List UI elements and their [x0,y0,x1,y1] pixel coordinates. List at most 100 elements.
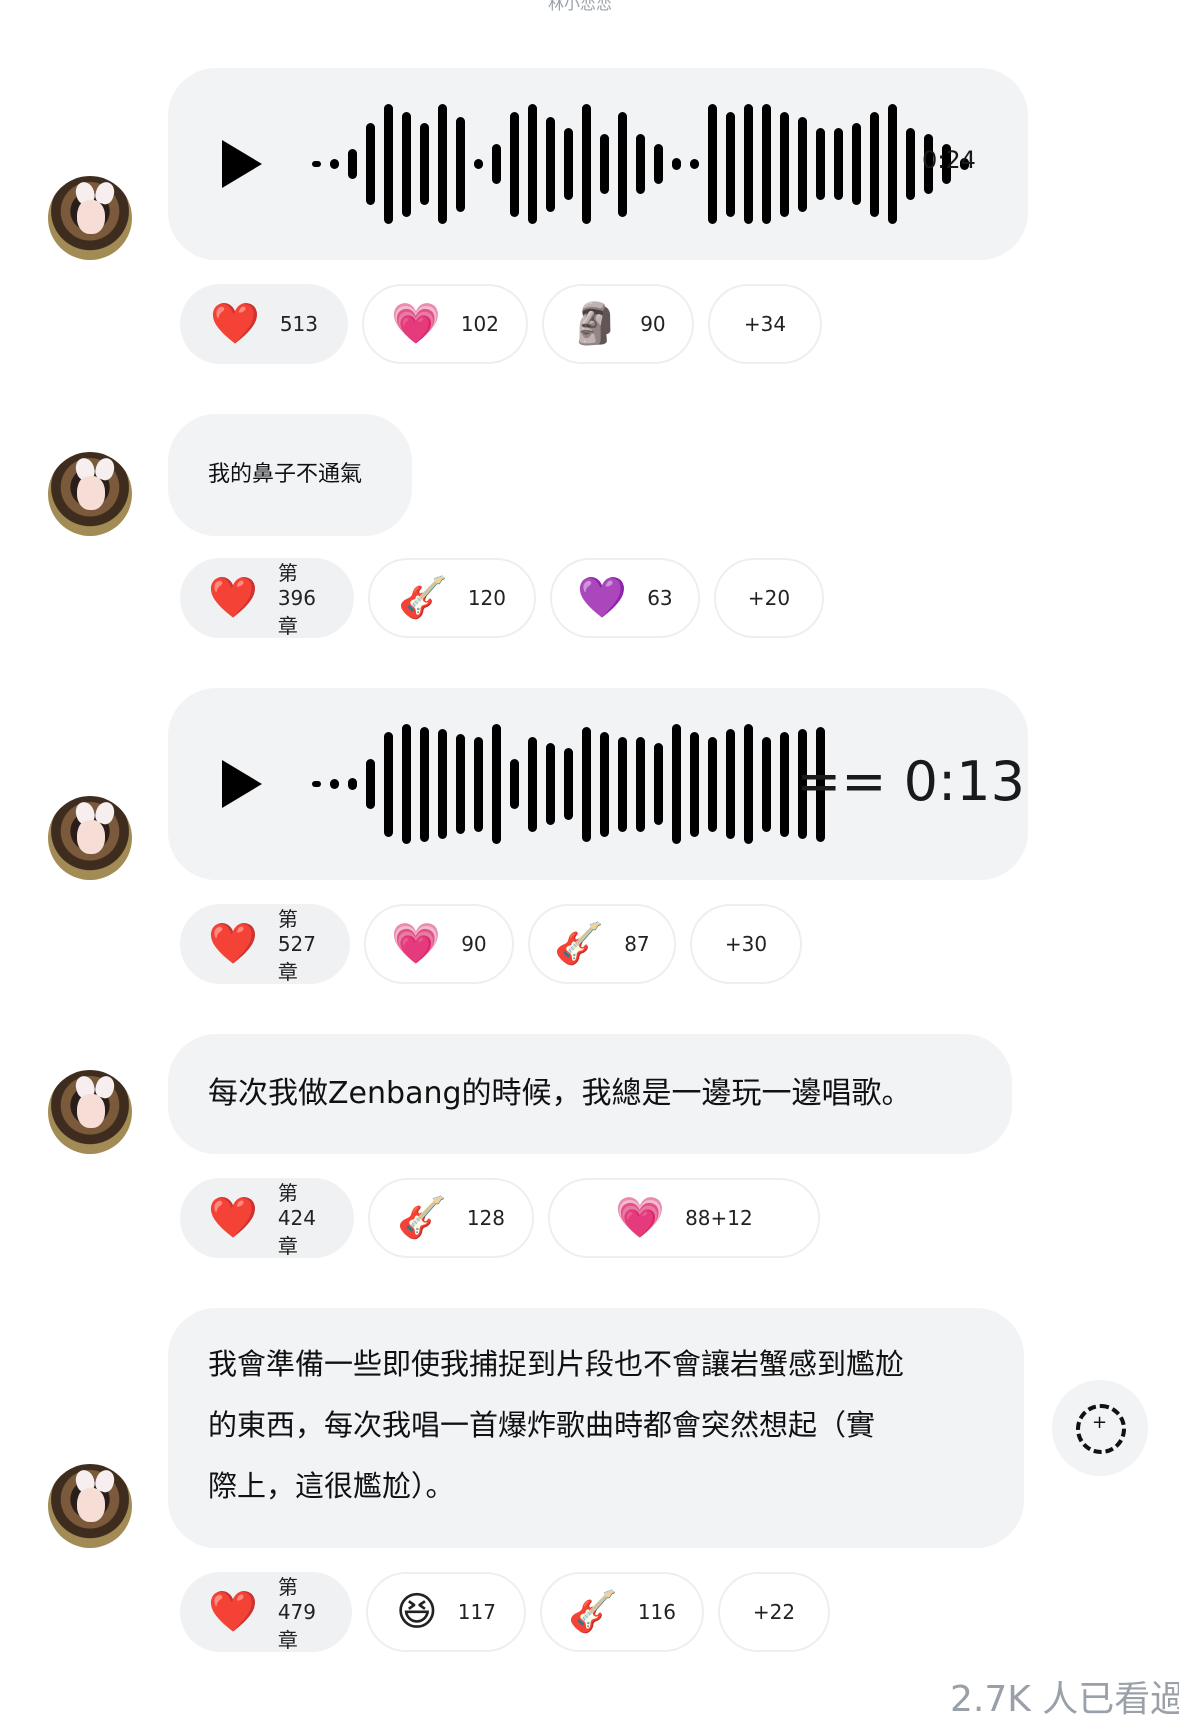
message-text: 我的鼻子不通氣 [208,462,363,487]
reaction-count: 88+12 [685,1206,753,1230]
message-text: 我會準備一些即使我捕捉到片段也不會讓岩蟹感到尷尬 的東西，每次我唱一首爆炸歌曲時… [208,1347,905,1503]
sparkle-heart-icon: 💗 [391,921,442,967]
reaction-count: 第396章 [277,561,316,638]
reaction-count: +20 [747,586,791,610]
reaction-pill[interactable]: 💜 63 [550,558,700,638]
waveform [312,724,825,844]
voice-message-bubble[interactable]: 0:24 [168,68,1028,260]
avatar[interactable] [48,1464,132,1548]
message-text: 每次我做Zenbang的時候，我總是一邊玩一邊唱歌。 [208,1076,912,1111]
reaction-count: +34 [743,312,787,336]
refresh-button[interactable]: + [1052,1380,1148,1476]
reaction-pill[interactable]: 😆 117 [366,1572,526,1652]
moai-icon: 🗿 [570,301,621,347]
waveform-bar [330,159,339,169]
waveform-bar [456,734,465,834]
guitar-icon: 🎸 [397,1195,447,1241]
reaction-count: 120 [467,586,506,610]
waveform-bar [384,731,393,837]
voice-message-bubble[interactable]: == 0:13 [168,688,1028,880]
waveform-bar [690,159,699,169]
avatar[interactable] [48,176,132,260]
reaction-pill[interactable]: ❤️ 513 [180,284,348,364]
reaction-pill[interactable]: 🎸 116 [540,1572,704,1652]
waveform-bar [312,781,321,787]
reaction-count: +22 [752,1600,796,1624]
reaction-more-pill[interactable]: +22 [718,1572,830,1652]
waveform-bar [618,736,627,832]
reaction-pill[interactable]: 💗 90 [364,904,514,984]
avatar[interactable] [48,452,132,536]
reaction-pill[interactable]: 💗 88+12 [548,1178,820,1258]
waveform-bar [690,731,699,837]
reaction-pill[interactable]: ❤️ 第527章 [180,904,350,984]
reaction-count: 90 [640,312,666,336]
reactions-bar: ❤️ 第396章 🎸 120 💜 63 +20 [180,558,824,638]
waveform-bar [600,731,609,837]
waveform-bar [528,104,537,224]
avatar[interactable] [48,1070,132,1154]
red-heart-icon: ❤️ [208,1589,258,1635]
waveform-bar [654,144,663,184]
play-icon[interactable] [222,760,262,808]
waveform-bar [708,104,717,224]
text-message-bubble[interactable]: 我的鼻子不通氣 [168,414,412,536]
voice-duration: == 0:13 [796,750,1025,813]
waveform-bar [546,116,555,212]
guitar-icon: 🎸 [554,921,605,967]
waveform-bar [510,759,519,809]
red-heart-icon: ❤️ [210,301,260,347]
waveform-bar [726,111,735,217]
reaction-count: +30 [724,932,768,956]
play-icon[interactable] [222,140,262,188]
waveform-bar [654,743,663,825]
waveform-bar [420,726,429,842]
waveform-bar [348,778,357,790]
reaction-more-pill[interactable]: +20 [714,558,824,638]
text-message-bubble[interactable]: 我會準備一些即使我捕捉到片段也不會讓岩蟹感到尷尬 的東西，每次我唱一首爆炸歌曲時… [168,1308,1024,1548]
reaction-pill[interactable]: ❤️ 第424章 [180,1178,354,1258]
reaction-count: 513 [279,312,318,336]
reaction-more-pill[interactable]: +34 [708,284,822,364]
waveform-bar [510,111,519,217]
reaction-pill[interactable]: ❤️ 第479章 [180,1572,352,1652]
waveform-bar [762,736,771,832]
reaction-pill[interactable]: 🎸 87 [528,904,676,984]
waveform-bar [852,123,861,205]
waveform-bar [672,158,681,170]
reactions-bar: ❤️ 513 💗 102 🗿 90 +34 [180,284,822,364]
waveform-bar [546,743,555,825]
reaction-pill[interactable]: 🎸 120 [368,558,536,638]
waveform-bar [564,128,573,200]
text-message-bubble[interactable]: 每次我做Zenbang的時候，我總是一邊玩一邊唱歌。 [168,1034,1012,1154]
waveform-bar [528,736,537,832]
grinning-squint-icon: 😆 [396,1589,438,1635]
reaction-pill[interactable]: ❤️ 第396章 [180,558,354,638]
avatar[interactable] [48,796,132,880]
waveform-bar [600,134,609,194]
waveform-bar [438,104,447,224]
reaction-count: 87 [624,932,650,956]
waveform-bar [672,724,681,844]
reaction-more-pill[interactable]: +30 [690,904,802,984]
waveform-bar [366,123,375,205]
waveform-bar [708,736,717,832]
reaction-pill[interactable]: 🎸 128 [368,1178,534,1258]
reaction-count: 102 [460,312,499,336]
reaction-count: 第424章 [277,1181,316,1258]
waveform-bar [780,731,789,837]
purple-heart-icon: 💜 [577,575,628,621]
waveform-bar [474,159,483,169]
waveform-bar [564,748,573,820]
waveform-bar [636,134,645,194]
waveform-bar [312,161,321,167]
sparkle-heart-icon: 💗 [391,301,441,347]
reaction-pill[interactable]: 🗿 90 [542,284,694,364]
reaction-pill[interactable]: 💗 102 [362,284,528,364]
waveform-bar [582,726,591,842]
waveform-bar [330,779,339,789]
waveform-bar [366,759,375,809]
reaction-count: 128 [466,1206,505,1230]
guitar-icon: 🎸 [398,575,448,621]
reaction-count: 63 [647,586,673,610]
